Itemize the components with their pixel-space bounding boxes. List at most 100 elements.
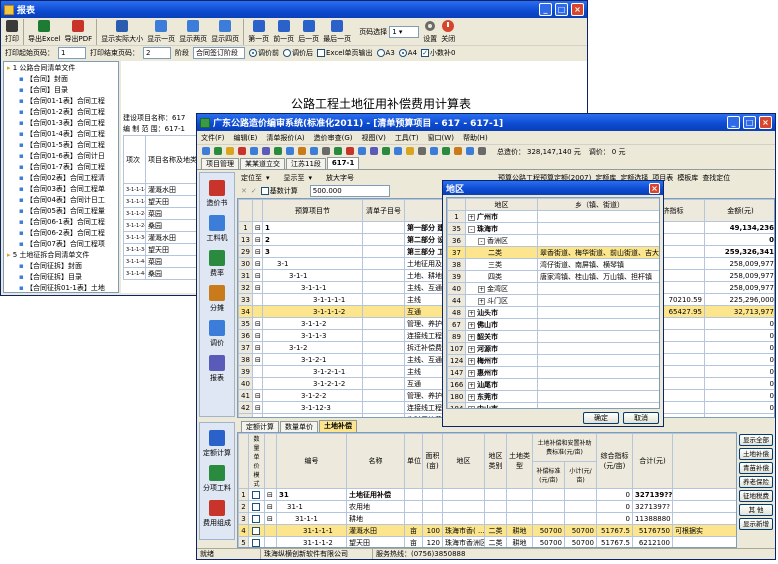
code-cell[interactable]: 3-1-1-3 [262,329,363,342]
expand-toggle[interactable]: ⊟ [252,233,263,246]
comp-std-cell[interactable] [532,500,565,513]
document-tab[interactable]: 某某道立交 [240,158,285,169]
side-machine-button[interactable]: 工料机 [200,214,234,243]
code-cell[interactable]: 3-1-1-1-1 [262,293,363,306]
code-cell[interactable]: 3-1-1-1 [262,281,363,294]
region-name-cell[interactable]: + 东莞市 [465,390,538,403]
code-cell[interactable]: 3-1-1 [262,269,363,282]
town-cell[interactable] [537,378,659,391]
tree-item[interactable]: ▪ 【合同01-3表】合同工程 [5,118,117,129]
menu-item[interactable]: 视图(V) [362,133,386,143]
tree-item[interactable]: ▪ 【合同01-6表】合同计日 [5,151,117,162]
region-name-cell[interactable]: + 汕头市 [465,306,538,319]
checkbox-box[interactable] [252,538,260,547]
side-report-button[interactable]: 报表 [200,354,234,383]
side-items-button[interactable]: 分项工料 [200,464,234,493]
expand-toggle[interactable] [252,305,263,318]
main-titlebar[interactable]: 广东公路造价编审系统(标准化2011) - [清单预算项目 - 617 - 61… [197,114,775,131]
amount-cell[interactable]: 258,009,977 [704,281,774,294]
child-cell[interactable] [362,377,405,390]
code-cell[interactable]: 3-1-2 [262,341,363,354]
child-cell[interactable] [362,257,405,270]
expand-toggle[interactable]: ⊟ [252,281,263,294]
toolbar-button[interactable] [225,146,235,158]
region-name-cell[interactable]: + 斗门区 [465,294,538,307]
town-cell[interactable]: 唐家湾镇、桂山镇、万山镇、担杆镇 [537,270,659,283]
area-cell[interactable] [422,488,443,501]
filter-button[interactable]: 土地补偿 [739,448,773,460]
report-btn-two-pages[interactable]: 显示两页 [177,18,209,45]
region-row[interactable]: 44 + 斗门区 [447,294,659,307]
confirm-edit-icon[interactable]: ✓ [251,187,257,195]
child-cell[interactable] [362,293,405,306]
opt-excel-checkbox[interactable]: Excel单页输出 [317,48,373,58]
expand-toggle[interactable]: ⊟ [252,257,263,270]
note-cell[interactable] [672,500,736,513]
comp-std-cell[interactable] [532,512,565,525]
comp-std-cell[interactable] [532,488,565,501]
child-cell[interactable] [362,305,405,318]
toolbar-button[interactable] [465,146,475,158]
menu-item[interactable]: 工具(T) [395,133,419,143]
town-cell[interactable] [537,390,659,403]
comp-name-cell[interactable]: 耕地 [346,512,405,525]
toolbar-button[interactable] [477,146,487,158]
table-row[interactable]: 3 ⊟ 31-1-1 耕地 0 11388880 [238,512,736,525]
expand-toggle[interactable]: ⊟ [252,389,263,402]
town-cell[interactable]: 翠香街道、梅华街道、前山街道、吉大街道、 [537,246,659,259]
filter-button[interactable]: 显示全部 [739,434,773,446]
toolbar-button[interactable] [429,146,439,158]
region-name-cell[interactable]: + 河源市 [465,342,538,355]
expand-icon[interactable]: + [468,357,475,365]
region-row[interactable]: 39 四类 唐家湾镇、桂山镇、万山镇、担杆镇 [447,270,659,283]
region-row[interactable]: 67 + 佛山市 [447,318,659,331]
land-type-cell[interactable] [506,500,533,513]
bottom-tab[interactable]: 数量单价 [280,421,318,432]
region-name-cell[interactable]: + 惠州市 [465,366,538,379]
region-cell[interactable] [442,488,485,501]
town-cell[interactable] [537,210,659,223]
note-cell[interactable] [672,488,736,501]
tree-item[interactable]: ▪ 【合同02表】合同工程清 [5,173,117,184]
toolbar-button[interactable] [321,146,331,158]
tree-item[interactable]: ▪ 【合同01-2表】合同工程 [5,107,117,118]
town-cell[interactable] [537,354,659,367]
menu-item[interactable]: 窗口(W) [428,133,454,143]
expand-icon[interactable]: + [468,345,475,353]
price-cell[interactable]: 0 [596,488,633,501]
checkbox-box[interactable] [252,502,260,511]
code-cell[interactable]: 3-1-2-2 [262,389,363,402]
toolbar-button[interactable] [297,146,307,158]
total-cell[interactable]: 327139?? [632,488,673,501]
mode-cell[interactable] [248,512,265,525]
comp-name-cell[interactable]: 农用地 [346,500,405,513]
report-btn-printer[interactable]: 打印 [3,18,21,45]
minimize-icon[interactable]: _ [539,3,552,16]
code-cell[interactable]: 3-1-2-1-2 [262,377,363,390]
maximize-icon[interactable]: □ [743,116,756,129]
minimize-icon[interactable]: _ [727,116,740,129]
amount-cell[interactable]: 0 [704,317,774,330]
expand-icon[interactable]: + [478,285,485,293]
price-cell[interactable]: 0 [596,500,633,513]
report-btn-first-page[interactable]: 第一页 [246,18,271,45]
report-btn-excel[interactable]: 导出Excel [26,18,63,45]
expand-toggle[interactable] [252,365,263,378]
town-cell[interactable] [537,318,659,331]
report-btn-magnifier[interactable]: 显示实际大小 [99,18,145,45]
code-cell[interactable]: 3 [262,245,363,258]
find-tab[interactable]: 查找定位 [702,173,730,183]
code-cell[interactable]: 1 [262,221,363,234]
expand-icon[interactable]: + [468,321,475,329]
opt-decimal-checkbox[interactable]: ✓ 小数补0 [421,48,456,58]
table-row[interactable]: 4 31-1-1-1 灌溉水田亩 100 珠海市香( ... 二类 耕地 50700 50700… [238,524,736,537]
unit-cell[interactable] [404,500,423,513]
report-btn-prev-page[interactable]: 前一页 [271,18,296,45]
town-cell[interactable] [537,402,659,408]
area-cell[interactable]: 120 [422,536,443,547]
toolbar-button[interactable] [369,146,379,158]
tree-item[interactable]: ▪ 【合同04表】合同计日工 [5,195,117,206]
display-label[interactable]: 显示至 [284,173,305,183]
region-row[interactable]: 38 三类 湾仔街道、南屏镇、横琴镇 [447,258,659,271]
document-tab[interactable]: 项目管理 [201,158,239,169]
